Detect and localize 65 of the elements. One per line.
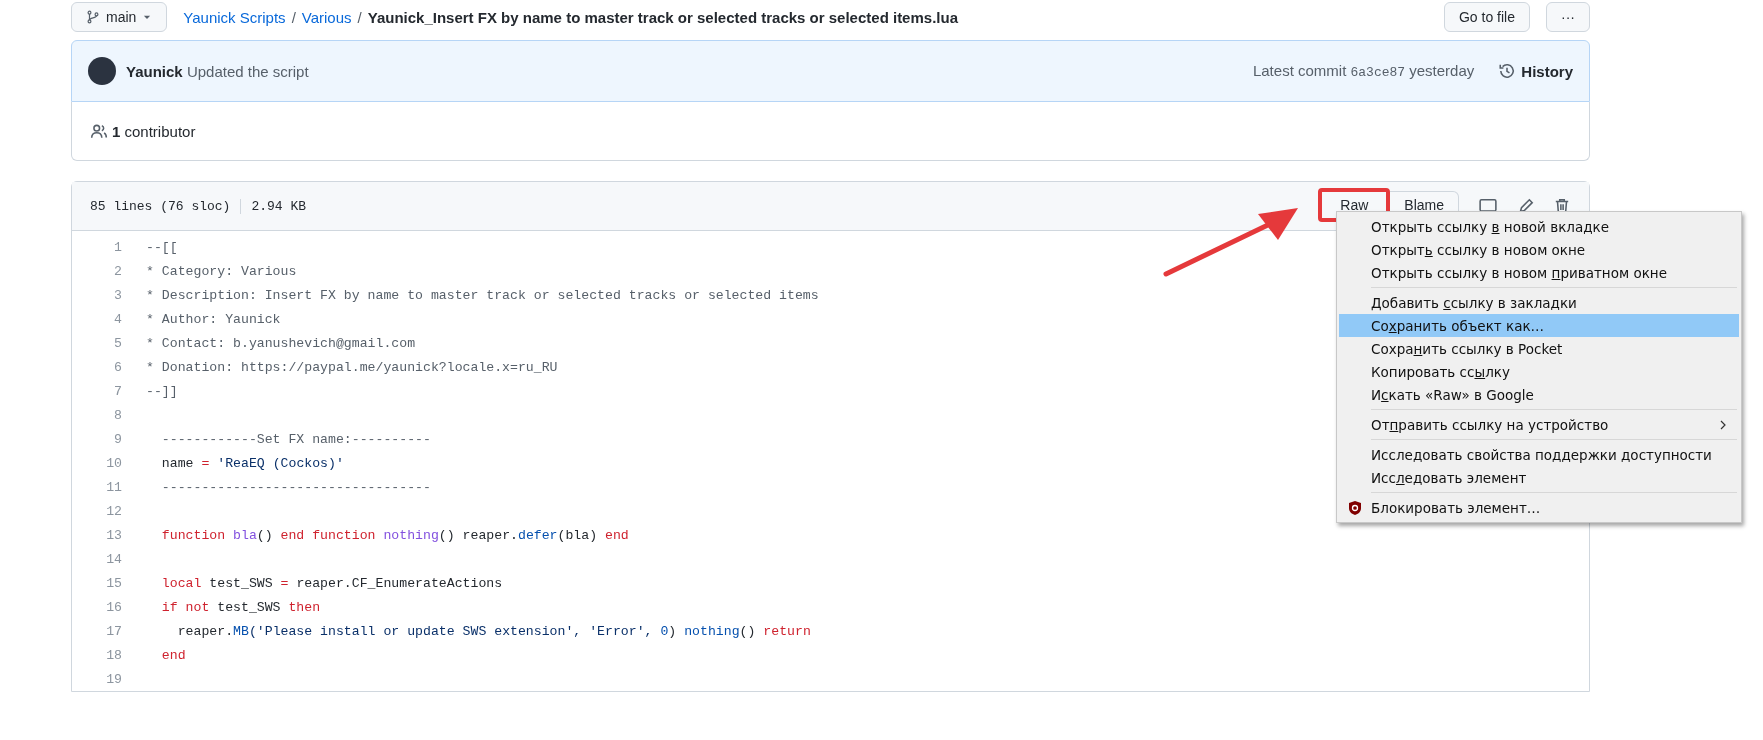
menu-item[interactable]: Открыть ссылку в новом приватном окне <box>1339 261 1739 284</box>
menu-item[interactable]: Копировать ссылку <box>1339 360 1739 383</box>
shield-icon <box>1347 500 1363 516</box>
code-line: ------------Set FX name:---------- <box>160 431 431 447</box>
code-line: ---------------------------------- <box>160 479 431 495</box>
line-number: 6 <box>113 359 123 375</box>
branch-button[interactable]: main <box>71 2 168 32</box>
breadcrumb-separator: / <box>291 8 296 26</box>
code-line: end <box>160 647 186 663</box>
commit-message: Yaunick Updated the script <box>126 62 309 80</box>
code-line: * Description: Insert FX by name to master track or selected tracks or selected items <box>146 287 819 303</box>
code-line: * Category: Various <box>146 263 297 279</box>
menu-item[interactable]: Блокировать элемент… <box>1339 496 1739 519</box>
line-number: 19 <box>105 671 123 687</box>
contributor-count: 1 contributor <box>112 122 196 140</box>
menu-item[interactable]: Исследовать элемент <box>1339 466 1739 489</box>
history-link[interactable]: History <box>1498 62 1573 80</box>
avatar[interactable] <box>88 57 116 85</box>
line-number: 7 <box>113 383 123 399</box>
line-number: 14 <box>105 551 123 567</box>
line-number: 10 <box>105 455 123 471</box>
line-number: 3 <box>113 287 123 303</box>
line-number: 13 <box>105 527 123 543</box>
breadcrumb-separator: / <box>357 8 362 26</box>
line-number: 16 <box>105 599 123 615</box>
line-number: 9 <box>113 431 123 447</box>
file-size: 2.94 KB <box>251 198 307 214</box>
code-line: function bla() end function nothing() reaper.defer(bla) end <box>160 527 629 543</box>
line-number: 12 <box>105 503 123 519</box>
menu-item[interactable]: Отправить ссылку на устройство <box>1339 413 1739 436</box>
code-line: --[[ <box>146 239 178 255</box>
code-line: * Contact: b.yanushevich@gmail.com <box>146 335 416 351</box>
line-number: 2 <box>113 263 123 279</box>
menu-item[interactable]: Сохранить объект как… <box>1339 314 1739 337</box>
chevron-icon <box>1719 419 1727 430</box>
breadcrumb-link[interactable]: Yaunick Scripts <box>183 8 286 26</box>
breadcrumb-link[interactable]: Various <box>301 8 352 26</box>
line-number: 11 <box>105 479 123 495</box>
line-number: 4 <box>113 311 123 327</box>
line-count: 85 lines (76 sloc) <box>90 198 242 214</box>
menu-item[interactable]: Сохранить ссылку в Pocket <box>1339 337 1739 360</box>
menu-item[interactable]: Искать «Raw» в Google <box>1339 383 1739 406</box>
code-line: * Author: Yaunick <box>146 311 281 327</box>
history-icon <box>1498 62 1517 80</box>
code-line: local test_SWS = reaper.CF_EnumerateActions <box>160 575 503 591</box>
line-number: 15 <box>105 575 123 591</box>
line-number: 18 <box>105 647 123 663</box>
line-number: 17 <box>105 623 123 639</box>
line-number: 8 <box>113 407 123 423</box>
menu-item[interactable]: Открыть ссылку в новом окне <box>1339 238 1739 261</box>
code-line: --]] <box>146 383 178 399</box>
latest-commit: Latest commit 6a3ce87 yesterday <box>1252 62 1475 80</box>
line-number: 1 <box>113 239 123 255</box>
code-line: reaper.MB('Please install or update SWS extension', 'Error', 0) nothing() return <box>176 623 811 639</box>
menu-item[interactable]: Исследовать свойства поддержки доступности <box>1339 443 1739 466</box>
code-line: * Donation: https://paypal.me/yaunick?locale.x=ru_RU <box>146 359 558 375</box>
file-name: Yaunick_Insert FX by name to master track or selected tracks or selected items.lua <box>367 8 958 26</box>
menu-item[interactable]: Добавить ссылку в закладки <box>1339 291 1739 314</box>
more-button[interactable]: ··· <box>1546 2 1590 32</box>
go-to-file-button[interactable]: Go to file <box>1443 2 1530 32</box>
branch-icon <box>86 10 100 24</box>
code-line: if not test_SWS then <box>160 599 321 615</box>
code-line: name = 'ReaEQ (Cockos)' <box>160 455 344 471</box>
line-number: 5 <box>113 335 123 351</box>
people-icon <box>90 122 108 140</box>
